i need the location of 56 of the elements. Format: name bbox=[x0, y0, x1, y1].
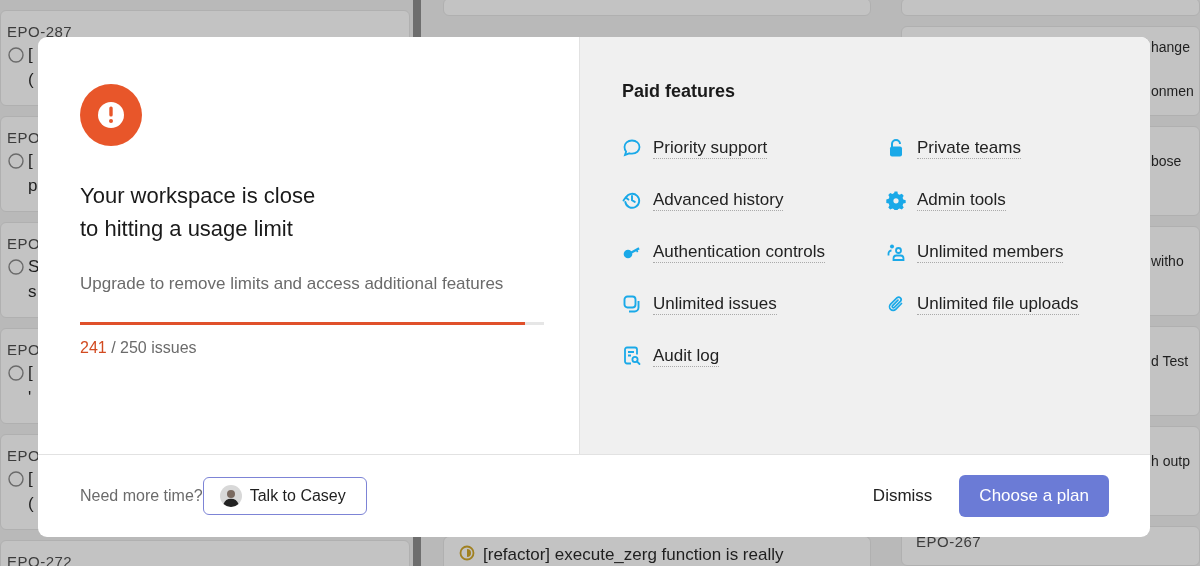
status-circle-icon bbox=[8, 152, 24, 169]
issue-title: [ bbox=[28, 468, 33, 489]
talk-to-button[interactable]: Talk to Casey bbox=[202, 477, 367, 515]
feature-link[interactable]: Priority support bbox=[653, 137, 768, 159]
issue-title: d Test bbox=[1151, 353, 1189, 369]
need-more-time-text: Need more time? bbox=[80, 487, 203, 505]
issue-title: [ bbox=[28, 362, 33, 383]
issue-title: [refactor] execute_zerg function is really bbox=[483, 545, 784, 565]
issue-title: ( bbox=[28, 69, 34, 90]
members-icon bbox=[886, 242, 906, 262]
issue-title: ' bbox=[28, 387, 32, 408]
usage-limit: / 250 issues bbox=[111, 339, 197, 356]
status-circle-icon bbox=[8, 46, 24, 63]
issue-title: onmen bbox=[1151, 83, 1194, 99]
avatar-icon bbox=[219, 485, 242, 507]
issue-title: hange bbox=[1151, 39, 1190, 55]
dialog-title: Your workspace is close to hitting a usage limit bbox=[80, 182, 317, 243]
issue-title: bose bbox=[1151, 153, 1182, 169]
status-circle-icon bbox=[8, 470, 24, 487]
alert-icon bbox=[80, 84, 142, 146]
issue-id: EPO bbox=[7, 447, 41, 464]
issue-id: EPO-267 bbox=[916, 533, 982, 550]
feature-link[interactable]: Advanced history bbox=[653, 189, 784, 211]
dismiss-button[interactable]: Dismiss bbox=[860, 486, 945, 506]
issue-title: [ bbox=[28, 44, 33, 65]
dialog-description: Upgrade to remove limits and access additional features bbox=[80, 273, 505, 295]
issue-title: ( bbox=[28, 493, 34, 514]
status-circle-icon bbox=[8, 258, 24, 275]
feature-link[interactable]: Admin tools bbox=[917, 189, 1006, 211]
issue-title: witho bbox=[1151, 253, 1184, 269]
feature-link[interactable]: Unlimited members bbox=[917, 241, 1064, 263]
copy-icon bbox=[622, 294, 642, 314]
settings-icon bbox=[886, 190, 906, 210]
issue-title: S bbox=[28, 256, 40, 277]
history-icon bbox=[622, 190, 642, 210]
status-circle-icon bbox=[8, 364, 24, 381]
feature-link[interactable]: Unlimited file uploads bbox=[917, 293, 1079, 315]
issue-card[interactable]: [refactor] execute_zerg function is really bbox=[443, 536, 871, 566]
issue-title: [ bbox=[28, 150, 33, 171]
issue-title: h outp bbox=[1151, 453, 1190, 469]
feature-link[interactable]: Private teams bbox=[917, 137, 1021, 159]
choose-plan-button[interactable]: Choose a plan bbox=[959, 475, 1109, 517]
issue-id: EPO bbox=[7, 341, 41, 358]
feature-link[interactable]: Audit log bbox=[653, 345, 720, 367]
issue-id: EPO bbox=[7, 129, 41, 146]
issue-title: p bbox=[28, 175, 38, 196]
feature-link[interactable]: Authentication controls bbox=[653, 241, 825, 263]
in-progress-icon bbox=[459, 545, 475, 561]
feature-link[interactable]: Unlimited issues bbox=[653, 293, 777, 315]
issue-id: EPO-287 bbox=[7, 23, 73, 40]
usage-count: 241 bbox=[80, 339, 107, 356]
chat-bubble-icon bbox=[622, 138, 642, 158]
paid-features-title: Paid features bbox=[622, 81, 737, 102]
issue-id: EPO bbox=[7, 235, 41, 252]
document-search-icon bbox=[622, 346, 642, 366]
issue-title: s bbox=[28, 281, 37, 302]
